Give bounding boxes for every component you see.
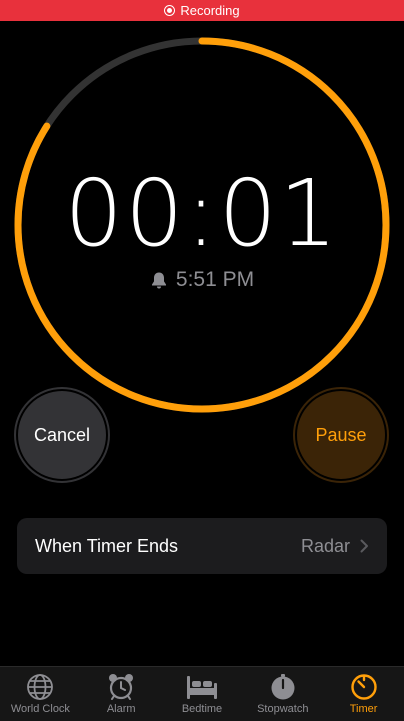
end-time-label: 5:51 PM	[175, 268, 255, 291]
alarm-clock-icon	[109, 674, 134, 700]
timer-countdown: 00:01	[64, 160, 340, 267]
globe-icon	[27, 674, 54, 700]
end-time-row: 5:51 PM	[0, 268, 404, 292]
chevron-right-icon	[360, 539, 368, 553]
tab-stopwatch[interactable]: Stopwatch	[242, 667, 323, 721]
when-timer-ends-value-group: Radar	[301, 536, 369, 557]
tab-timer[interactable]: Timer	[323, 667, 404, 721]
tab-bedtime[interactable]: Bedtime	[162, 667, 243, 721]
tab-label: Stopwatch	[257, 703, 309, 715]
pause-button[interactable]: Pause	[293, 387, 389, 483]
timer-icon	[350, 674, 377, 700]
tab-alarm[interactable]: Alarm	[81, 667, 162, 721]
when-timer-ends-value: Radar	[300, 535, 350, 556]
cancel-button[interactable]: Cancel	[14, 387, 110, 483]
tab-label: World Clock	[10, 703, 70, 715]
bed-icon	[186, 676, 217, 699]
tab-label: Alarm	[106, 703, 136, 715]
tab-world-clock[interactable]: World Clock	[0, 667, 81, 721]
pause-button-label: Pause	[315, 424, 367, 445]
cancel-button-label: Cancel	[33, 424, 91, 445]
when-timer-ends-label: When Timer Ends	[35, 535, 179, 556]
when-timer-ends-row[interactable]: When Timer Ends Radar	[17, 518, 387, 574]
tab-label: Timer	[349, 703, 378, 715]
tab-bar: World Clock Alarm Bedtime Stopwatch Time…	[0, 666, 404, 721]
stopwatch-icon	[271, 674, 295, 700]
tab-label: Bedtime	[181, 703, 223, 715]
bell-icon	[151, 272, 166, 288]
